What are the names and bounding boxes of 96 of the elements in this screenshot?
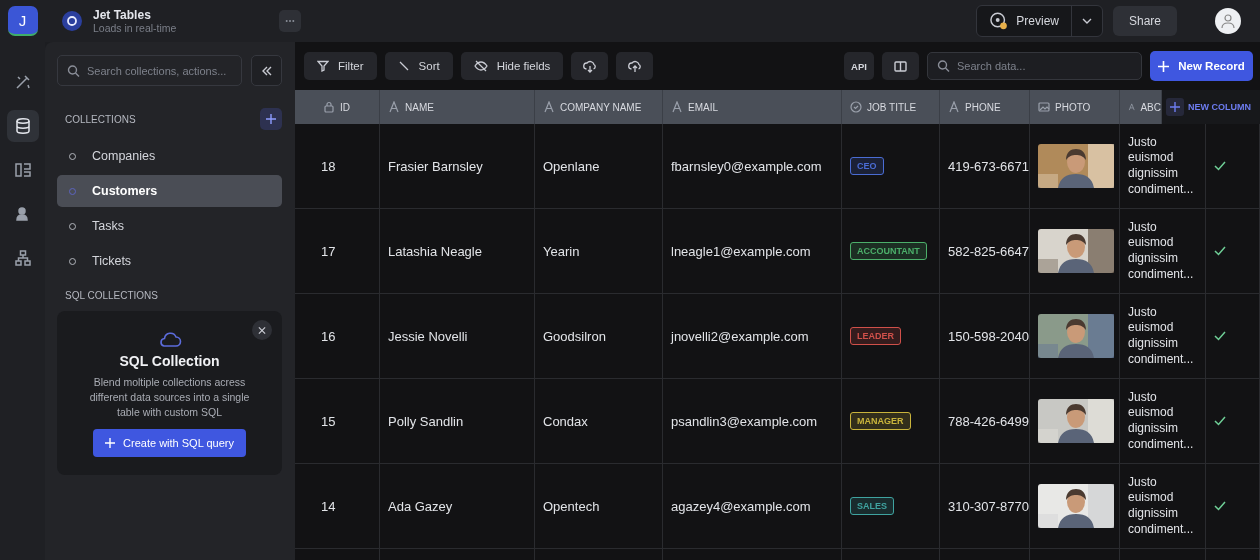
id-cell: 15 bbox=[321, 413, 336, 429]
job-title-tag: CEO bbox=[850, 157, 884, 175]
promo-text: Blend moltiple collections acress different data sources into a single table with custom SQL bbox=[88, 375, 251, 421]
column-header[interactable]: PHONE bbox=[940, 90, 1030, 124]
column-header[interactable]: EMAIL bbox=[663, 90, 842, 124]
notes-cell-text: Justo euismod dignissim condiment... bbox=[1128, 219, 1195, 283]
section-title: COLLECTIONS bbox=[65, 113, 136, 125]
collapse-button[interactable] bbox=[251, 55, 282, 86]
share-button[interactable]: Share bbox=[1113, 6, 1177, 36]
app-subtitle: Loads in real-time bbox=[93, 22, 178, 34]
plus-icon bbox=[1158, 60, 1170, 72]
close-button[interactable] bbox=[252, 320, 272, 340]
email-cell: fbarnsley0@example.com bbox=[671, 158, 822, 174]
company-cell: Goodsilron bbox=[543, 328, 606, 344]
cloud-upload-icon bbox=[627, 59, 642, 73]
job-title-tag: MANAGER bbox=[850, 412, 911, 430]
id-cell: 16 bbox=[321, 328, 336, 344]
email-cell: agazey4@example.com bbox=[671, 498, 811, 514]
id-cell: 14 bbox=[321, 498, 336, 514]
close-icon bbox=[258, 325, 266, 335]
columns-icon bbox=[894, 60, 907, 72]
name-cell: Ada Gazey bbox=[388, 498, 453, 514]
cloud-download-icon bbox=[582, 59, 597, 73]
column-header[interactable]: COMPANY NAME bbox=[535, 90, 663, 124]
avatar[interactable] bbox=[1215, 8, 1241, 34]
preview-icon bbox=[989, 11, 1009, 31]
phone-cell: 310-307-8770 bbox=[948, 498, 1029, 514]
email-cell: psandlin3@example.com bbox=[671, 413, 818, 429]
search-icon bbox=[67, 64, 80, 77]
upload-cloud-button[interactable] bbox=[616, 52, 654, 80]
lock-icon bbox=[323, 101, 335, 113]
plus-icon bbox=[1170, 102, 1180, 112]
email-cell: lneagle1@example.com bbox=[671, 243, 811, 259]
column-header[interactable]: ID bbox=[295, 90, 380, 124]
download-cloud-button[interactable] bbox=[571, 52, 609, 80]
text-type-icon bbox=[388, 101, 400, 113]
filter-button[interactable]: Filter bbox=[304, 52, 377, 80]
notes-cell-text: Justo euismod dignissim condiment... bbox=[1128, 304, 1195, 368]
section-title: SQL COLLECTIONS bbox=[65, 290, 159, 301]
name-cell: Jessie Novelli bbox=[388, 328, 468, 344]
company-cell: Openlane bbox=[543, 158, 600, 174]
search-field[interactable]: Search collections, actions... bbox=[57, 55, 242, 86]
column-header[interactable]: PHOTO bbox=[1030, 90, 1120, 124]
plus-icon bbox=[105, 437, 116, 448]
app-icon bbox=[61, 10, 83, 32]
id-cell: 18 bbox=[321, 158, 336, 174]
collection-item[interactable]: Tasks bbox=[57, 210, 282, 242]
column-header[interactable]: NAME bbox=[380, 90, 535, 124]
email-cell: jnovelli2@example.com bbox=[671, 328, 809, 344]
collection-item[interactable]: Tickets bbox=[57, 245, 282, 277]
text-type-icon bbox=[543, 101, 555, 113]
notes-cell-text: Justo euismod dignissim condiment... bbox=[1128, 474, 1195, 538]
promo-title: SQL Collection bbox=[119, 353, 220, 369]
collection-item[interactable]: Customers bbox=[57, 175, 282, 207]
caret-icon bbox=[1082, 18, 1092, 24]
app-logo[interactable]: J bbox=[7, 6, 38, 36]
add-button[interactable] bbox=[260, 108, 282, 130]
new-record-button[interactable]: New Record bbox=[1150, 51, 1253, 81]
name-cell: Frasier Barnsley bbox=[388, 158, 483, 174]
check-circle-icon bbox=[850, 101, 862, 113]
job-title-tag: SALES bbox=[850, 497, 894, 515]
text-type-icon bbox=[671, 101, 683, 113]
database-icon[interactable] bbox=[6, 110, 39, 142]
phone-cell: 419-673-6671 bbox=[948, 158, 1029, 174]
column-header[interactable]: JOB TITLE bbox=[842, 90, 940, 124]
columns-button[interactable] bbox=[882, 52, 919, 80]
more-icon bbox=[285, 19, 295, 23]
eye-off-icon bbox=[473, 60, 488, 72]
filter-icon bbox=[317, 60, 329, 72]
job-title-tag: LEADER bbox=[850, 327, 901, 345]
cloud-icon bbox=[157, 331, 182, 347]
phone-cell: 582-825-6647 bbox=[948, 243, 1029, 259]
sort-button[interactable]: Sort bbox=[384, 52, 453, 80]
job-title-tag: ACCOUNTANT bbox=[850, 242, 927, 260]
name-cell: Latashia Neagle bbox=[388, 243, 482, 259]
collection-item[interactable]: Companies bbox=[57, 140, 282, 172]
hide-fields-button[interactable]: Hide fields bbox=[460, 52, 564, 80]
text-type-icon bbox=[1128, 101, 1136, 113]
company-cell: Yearin bbox=[543, 243, 580, 259]
create-sql-button[interactable]: Create with SQL query bbox=[93, 428, 246, 457]
api-button[interactable]: API bbox=[844, 52, 874, 80]
notes-cell-text: Justo euismod dignissim condiment... bbox=[1128, 389, 1195, 453]
new-column-button[interactable]: NEW COLUMN bbox=[1162, 90, 1260, 124]
name-cell: Polly Sandlin bbox=[388, 413, 464, 429]
plus-icon bbox=[266, 114, 276, 124]
search-field[interactable]: Search data... bbox=[927, 52, 1142, 80]
id-cell: 17 bbox=[321, 243, 336, 259]
text-type-icon bbox=[948, 101, 960, 113]
phone-cell: 150-598-2040 bbox=[948, 328, 1029, 344]
phone-cell: 788-426-6499 bbox=[948, 413, 1029, 429]
company-cell: Opentech bbox=[543, 498, 600, 514]
company-cell: Condax bbox=[543, 413, 588, 429]
double-chevron-icon bbox=[260, 65, 273, 76]
notes-cell-text: Justo euismod dignissim condiment... bbox=[1128, 134, 1195, 198]
app-title: Jet Tables bbox=[93, 8, 152, 22]
image-icon bbox=[1038, 101, 1050, 113]
